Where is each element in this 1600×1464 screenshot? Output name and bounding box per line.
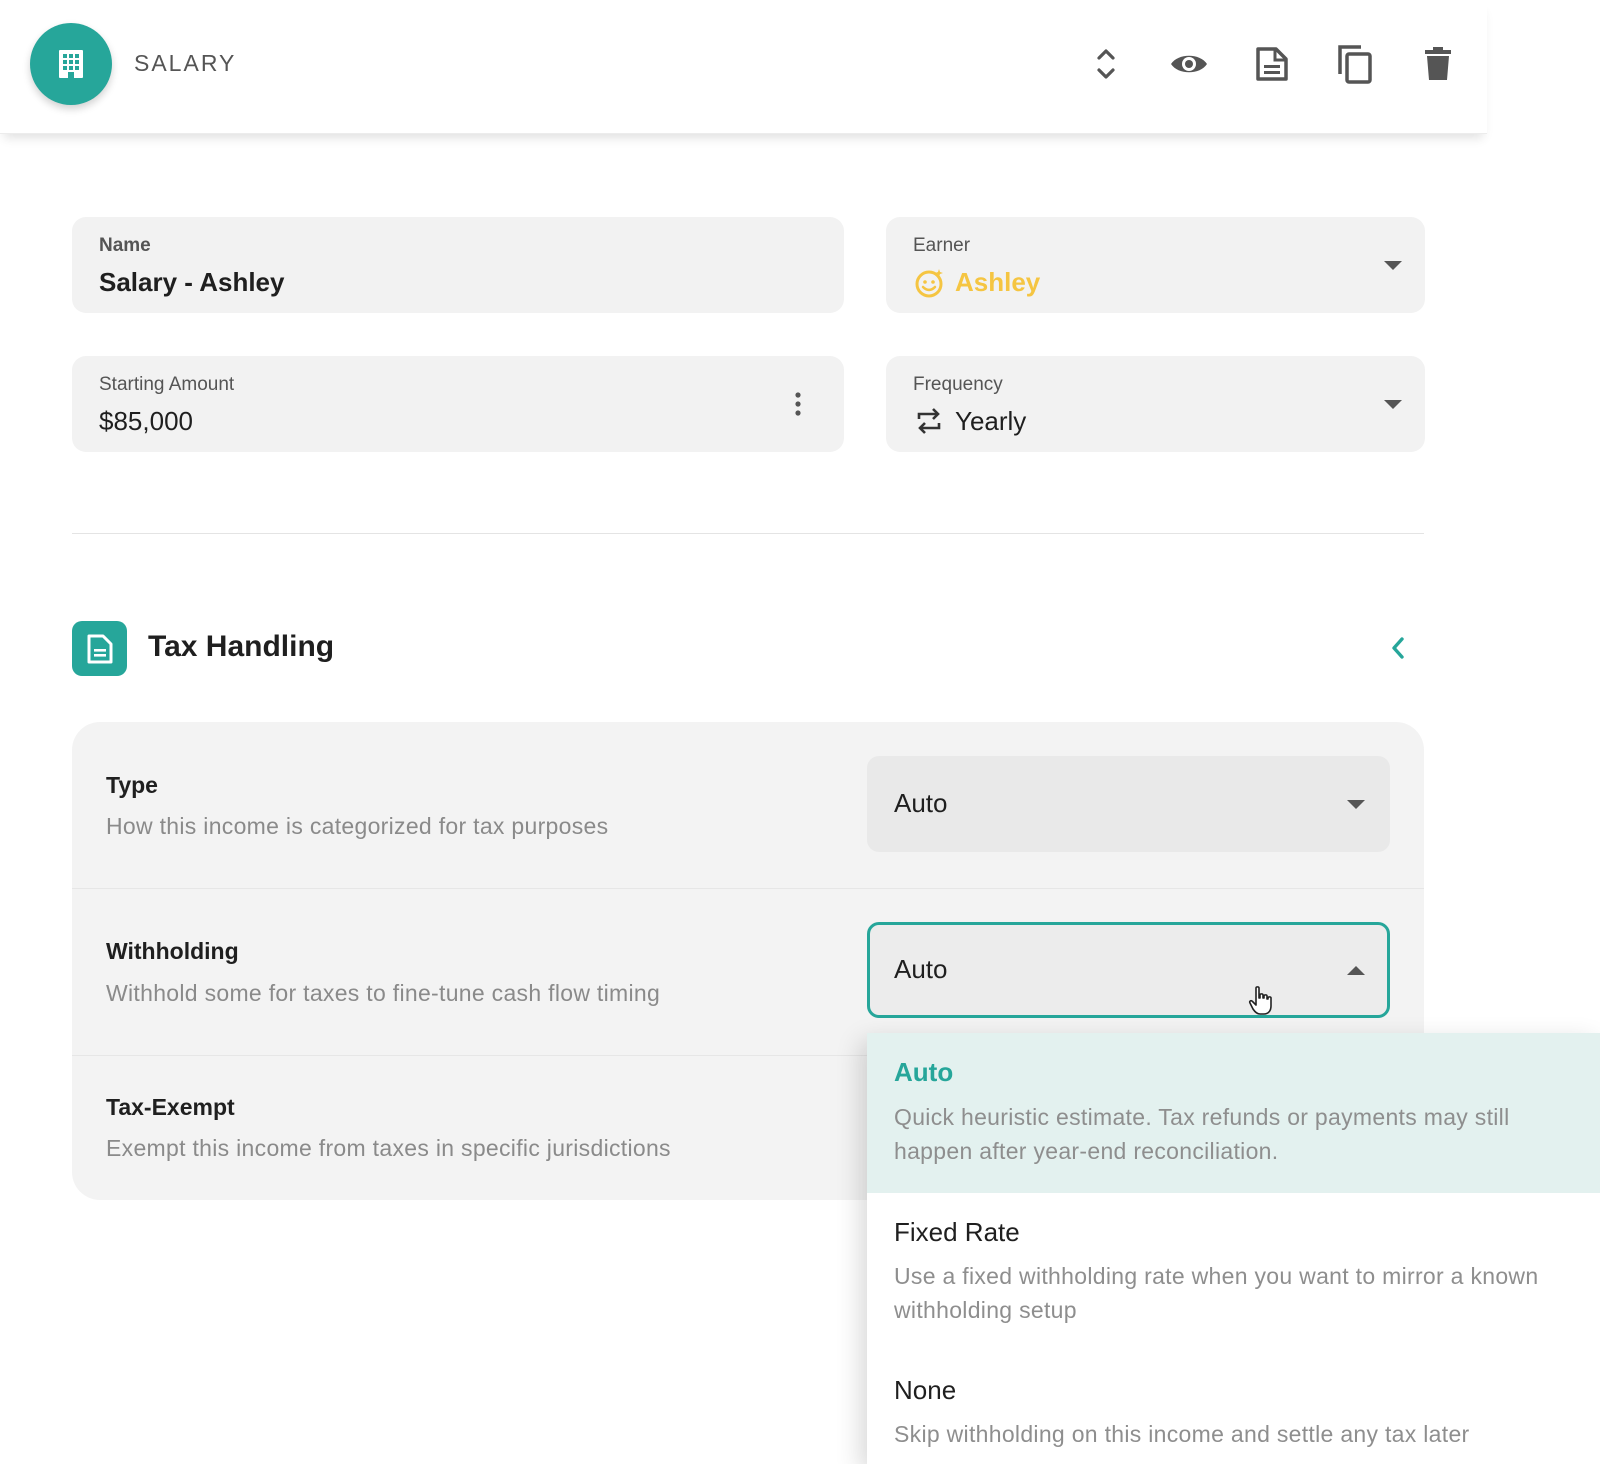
document-icon (87, 634, 112, 663)
more-vert-icon[interactable] (794, 392, 802, 416)
tax-section-icon (72, 621, 127, 676)
name-field[interactable]: Name Salary - Ashley (72, 217, 844, 313)
withholding-row: Withholding Withhold some for taxes to f… (72, 889, 1424, 1055)
smiley-icon (915, 269, 943, 298)
repeat-icon (917, 408, 941, 434)
option-title: Fixed Rate (894, 1217, 1020, 1247)
starting-amount-field[interactable]: Starting Amount $85,000 (72, 356, 844, 452)
chevron-down-icon (1347, 800, 1365, 809)
page-title: SALARY (134, 50, 237, 76)
expand-collapse-button[interactable] (1084, 42, 1128, 86)
option-fixed-rate[interactable]: Fixed Rate Use a fixed withholding rate … (867, 1193, 1600, 1351)
delete-button[interactable] (1416, 42, 1460, 86)
row-title: Type (106, 772, 158, 798)
row-description: Exempt this income from taxes in specifi… (106, 1135, 671, 1161)
row-title: Tax-Exempt (106, 1094, 235, 1120)
chevron-down-icon (1384, 400, 1402, 409)
select-value: Auto (894, 954, 948, 984)
duplicate-button[interactable] (1333, 42, 1377, 86)
starting-amount-label: Starting Amount (99, 374, 235, 395)
hand-cursor-icon (1248, 986, 1272, 1015)
collapse-section-button[interactable] (1380, 630, 1416, 666)
option-description: Use a fixed withholding rate when you wa… (894, 1263, 1539, 1323)
tax-type-select[interactable]: Auto (867, 756, 1390, 852)
document-icon (1256, 47, 1288, 81)
trash-icon (1425, 47, 1451, 80)
row-description: Withhold some for taxes to fine-tune cas… (106, 980, 661, 1006)
preview-button[interactable] (1167, 42, 1211, 86)
chevron-left-icon (1392, 637, 1404, 659)
building-icon (59, 50, 83, 78)
option-auto[interactable]: Auto Quick heuristic estimate. Tax refun… (867, 1033, 1600, 1193)
option-title: None (894, 1375, 957, 1405)
chevron-down-icon (1384, 261, 1402, 270)
name-value: Salary - Ashley (99, 267, 285, 297)
top-bar: SALARY (0, 0, 1487, 134)
unfold-icon (1097, 49, 1115, 79)
tax-type-row: Type How this income is categorized for … (72, 722, 1424, 888)
option-none[interactable]: None Skip withholding on this income and… (867, 1351, 1600, 1464)
option-title: Auto (894, 1057, 954, 1087)
withholding-select[interactable]: Auto (867, 922, 1390, 1018)
withholding-options-menu: Auto Quick heuristic estimate. Tax refun… (867, 1033, 1600, 1464)
frequency-value: Yearly (955, 406, 1027, 436)
select-value: Auto (894, 788, 948, 818)
frequency-select[interactable]: Frequency Yearly (886, 356, 1425, 452)
eye-icon (1171, 55, 1207, 73)
chevron-up-icon (1347, 966, 1365, 975)
row-title: Withholding (106, 938, 239, 964)
row-description: How this income is categorized for tax p… (106, 813, 609, 839)
notes-button[interactable] (1250, 42, 1294, 86)
app-badge (30, 23, 112, 105)
earner-label: Earner (913, 235, 971, 256)
earner-value: Ashley (955, 267, 1041, 297)
frequency-label: Frequency (913, 374, 1003, 395)
earner-select[interactable]: Earner Ashley (886, 217, 1425, 313)
divider (72, 533, 1424, 534)
name-label: Name (99, 235, 151, 256)
copy-icon (1338, 45, 1372, 84)
option-description: Quick heuristic estimate. Tax refunds or… (894, 1104, 1510, 1164)
section-title: Tax Handling (148, 630, 335, 663)
option-description: Skip withholding on this income and sett… (894, 1421, 1470, 1447)
starting-amount-value: $85,000 (99, 406, 193, 436)
